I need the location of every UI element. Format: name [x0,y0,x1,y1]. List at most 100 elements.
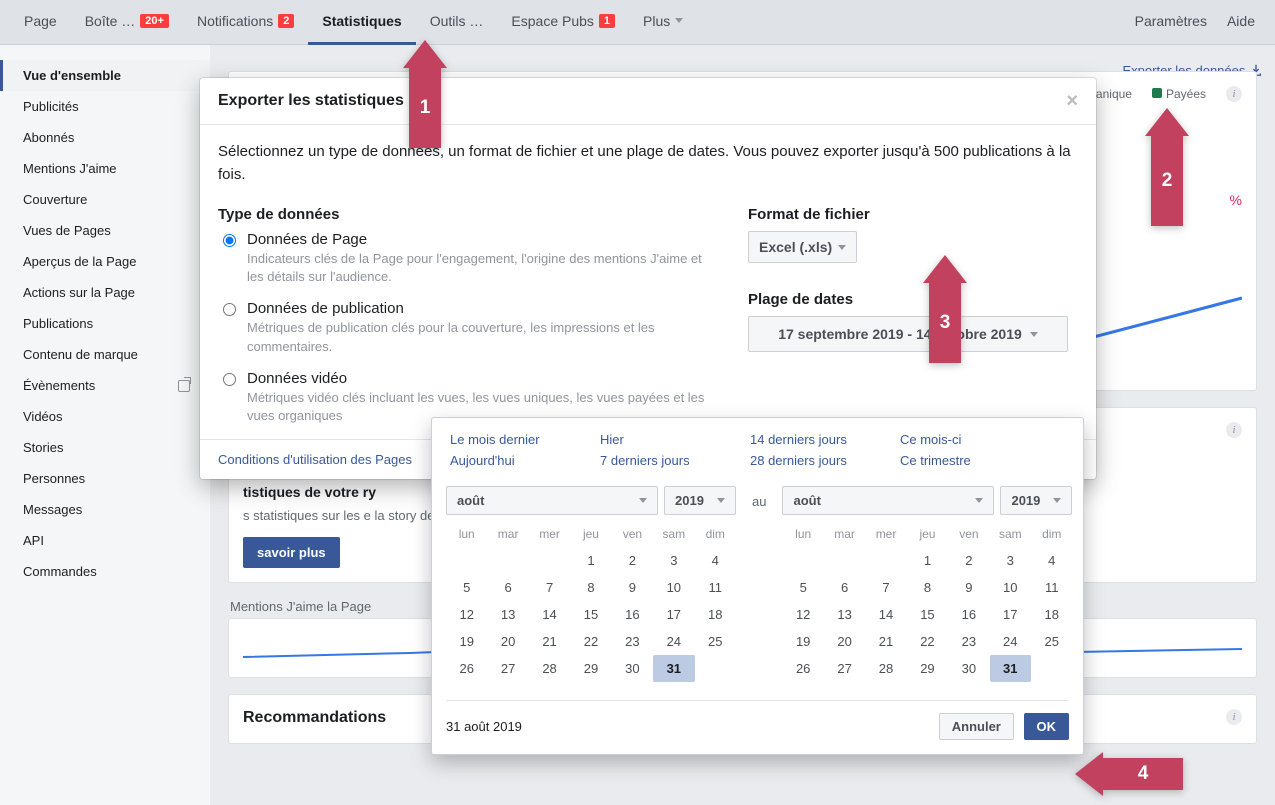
sidebar-item-4[interactable]: Couverture [0,184,210,215]
day-5[interactable]: 5 [782,574,823,601]
quick-link-4[interactable]: Aujourd'hui [450,453,600,468]
sidebar-item-10[interactable]: Évènements [0,370,210,401]
date-range-button[interactable]: 17 septembre 2019 - 14 octobre 2019 [748,316,1068,352]
info-icon[interactable]: i [1226,709,1242,725]
day-21[interactable]: 21 [529,628,570,655]
day-19[interactable]: 19 [782,628,823,655]
nav-parametres[interactable]: Paramètres [1135,0,1207,45]
sidebar-item-13[interactable]: Personnes [0,463,210,494]
quick-link-1[interactable]: Hier [600,432,750,447]
quick-link-3[interactable]: Ce mois-ci [900,432,1050,447]
day-15[interactable]: 15 [907,601,948,628]
day-3[interactable]: 3 [653,547,694,574]
sidebar-item-9[interactable]: Contenu de marque [0,339,210,370]
day-11[interactable]: 11 [1031,574,1072,601]
day-13[interactable]: 13 [487,601,528,628]
day-29[interactable]: 29 [907,655,948,682]
quick-link-7[interactable]: Ce trimestre [900,453,1050,468]
data-type-option-1[interactable]: Données de publicationMétriques de publi… [218,300,718,355]
day-27[interactable]: 27 [824,655,865,682]
calendar-from[interactable]: lunmarmerjeuvensamdim1234567891011121314… [446,521,736,682]
sidebar-item-14[interactable]: Messages [0,494,210,525]
day-23[interactable]: 23 [948,628,989,655]
day-29[interactable]: 29 [570,655,611,682]
year-select-from[interactable]: 2019 [664,486,736,515]
day-1[interactable]: 1 [570,547,611,574]
year-select-to[interactable]: 2019 [1000,486,1072,515]
day-24[interactable]: 24 [990,628,1031,655]
day-20[interactable]: 20 [487,628,528,655]
day-7[interactable]: 7 [529,574,570,601]
day-7[interactable]: 7 [865,574,906,601]
day-19[interactable]: 19 [446,628,487,655]
day-15[interactable]: 15 [570,601,611,628]
day-18[interactable]: 18 [1031,601,1072,628]
day-31[interactable]: 31 [990,655,1031,682]
day-6[interactable]: 6 [487,574,528,601]
day-4[interactable]: 4 [1031,547,1072,574]
day-26[interactable]: 26 [446,655,487,682]
day-26[interactable]: 26 [782,655,823,682]
quick-link-5[interactable]: 7 derniers jours [600,453,750,468]
day-8[interactable]: 8 [570,574,611,601]
day-5[interactable]: 5 [446,574,487,601]
day-14[interactable]: 14 [865,601,906,628]
sidebar-item-3[interactable]: Mentions J'aime [0,153,210,184]
calendar-to[interactable]: lunmarmerjeuvensamdim1234567891011121314… [782,521,1072,682]
quick-link-0[interactable]: Le mois dernier [450,432,600,447]
day-31[interactable]: 31 [653,655,694,682]
sidebar-item-1[interactable]: Publicités [0,91,210,122]
sidebar-item-0[interactable]: Vue d'ensemble [0,60,210,91]
day-30[interactable]: 30 [948,655,989,682]
nav-2[interactable]: Notifications2 [183,0,308,45]
day-27[interactable]: 27 [487,655,528,682]
sidebar-item-6[interactable]: Aperçus de la Page [0,246,210,277]
nav-aide[interactable]: Aide [1227,0,1255,45]
sidebar-item-12[interactable]: Stories [0,432,210,463]
day-12[interactable]: 12 [446,601,487,628]
nav-6[interactable]: Plus [629,0,697,45]
quick-link-6[interactable]: 28 derniers jours [750,453,900,468]
file-format-select[interactable]: Excel (.xls) [748,231,857,263]
day-10[interactable]: 10 [653,574,694,601]
day-1[interactable]: 1 [907,547,948,574]
day-20[interactable]: 20 [824,628,865,655]
sidebar-item-11[interactable]: Vidéos [0,401,210,432]
day-30[interactable]: 30 [612,655,653,682]
nav-5[interactable]: Espace Pubs1 [497,0,629,45]
info-icon[interactable]: i [1226,422,1242,438]
day-9[interactable]: 9 [612,574,653,601]
day-16[interactable]: 16 [948,601,989,628]
quick-link-2[interactable]: 14 derniers jours [750,432,900,447]
day-22[interactable]: 22 [907,628,948,655]
day-9[interactable]: 9 [948,574,989,601]
day-28[interactable]: 28 [529,655,570,682]
day-14[interactable]: 14 [529,601,570,628]
data-type-option-0[interactable]: Données de PageIndicateurs clés de la Pa… [218,231,718,286]
day-22[interactable]: 22 [570,628,611,655]
day-21[interactable]: 21 [865,628,906,655]
learn-more-button[interactable]: savoir plus [243,537,340,568]
info-icon[interactable]: i [1226,86,1242,102]
day-6[interactable]: 6 [824,574,865,601]
day-2[interactable]: 2 [612,547,653,574]
day-28[interactable]: 28 [865,655,906,682]
sidebar-item-5[interactable]: Vues de Pages [0,215,210,246]
day-18[interactable]: 18 [695,601,736,628]
day-12[interactable]: 12 [782,601,823,628]
nav-1[interactable]: Boîte …20+ [71,0,183,45]
day-24[interactable]: 24 [653,628,694,655]
day-23[interactable]: 23 [612,628,653,655]
sidebar-item-7[interactable]: Actions sur la Page [0,277,210,308]
month-select-to[interactable]: août [782,486,994,515]
day-10[interactable]: 10 [990,574,1031,601]
day-13[interactable]: 13 [824,601,865,628]
day-17[interactable]: 17 [653,601,694,628]
sidebar-item-16[interactable]: Commandes [0,556,210,587]
cancel-button[interactable]: Annuler [939,713,1014,740]
month-select-from[interactable]: août [446,486,658,515]
day-16[interactable]: 16 [612,601,653,628]
nav-0[interactable]: Page [10,0,71,45]
terms-link[interactable]: Conditions d'utilisation des Pages [218,452,412,467]
day-25[interactable]: 25 [695,628,736,655]
